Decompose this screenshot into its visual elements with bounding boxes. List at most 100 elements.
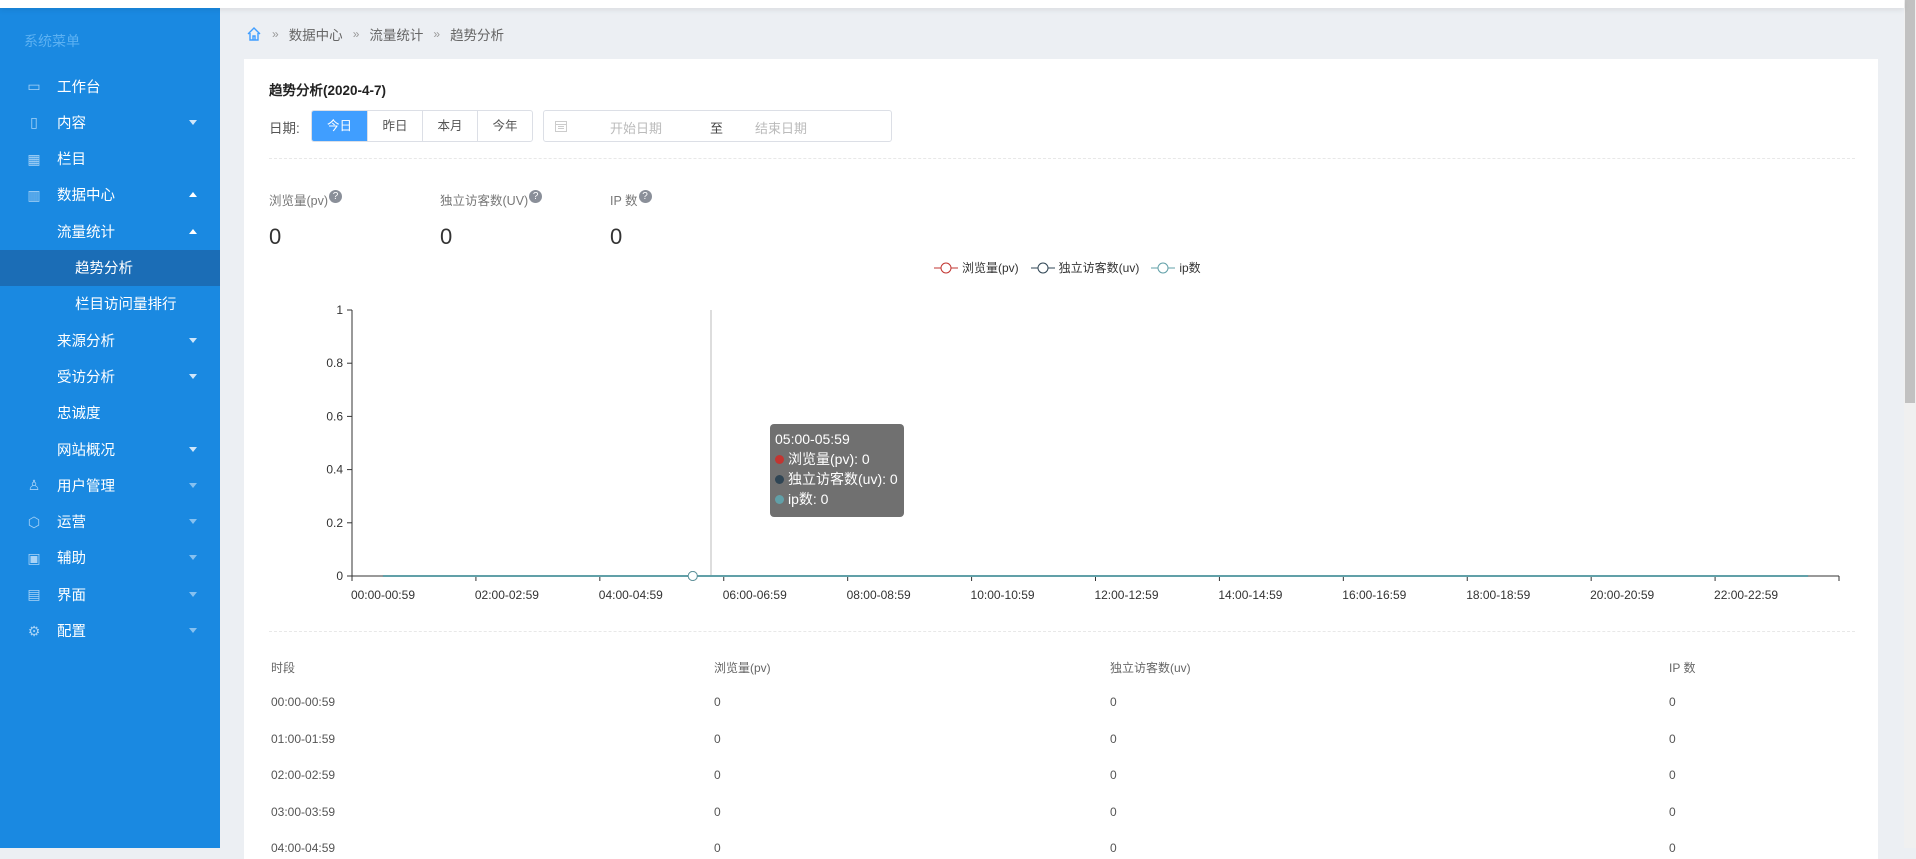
table-cell: 0 bbox=[1669, 695, 1676, 709]
table-cell: 04:00-04:59 bbox=[271, 841, 336, 856]
caret-down-icon bbox=[189, 373, 197, 379]
trend-line-chart: 0 0.2 0.4 0.6 0.8 1 00:00-00:59 02:00-02:59 04:0… bbox=[326, 303, 1840, 602]
breadcrumb-separator-icon: » bbox=[272, 27, 279, 41]
sidebar-item[interactable]: 栏目访问量排行 bbox=[0, 286, 220, 322]
y-tick-label: 0 bbox=[336, 569, 343, 583]
sidebar-item[interactable]: 网站概况 bbox=[0, 431, 220, 467]
sidebar-item[interactable]: ▥ 数据中心 bbox=[0, 177, 220, 213]
ip-dot-icon bbox=[775, 495, 784, 504]
sidebar-item-label: 来源分析 bbox=[57, 333, 115, 350]
sidebar-item-label: 内容 bbox=[57, 115, 86, 132]
monitor-icon: ▭ bbox=[27, 78, 41, 94]
user-icon: ♙ bbox=[27, 477, 41, 494]
sidebar-item[interactable]: ⚙ 配置 bbox=[0, 613, 220, 649]
sidebar-item-label: 趋势分析 bbox=[75, 261, 133, 277]
chart-tooltip: 05:00-05:59 浏览量(pv): 0 独立访客数(uv): 0 ip数:… bbox=[770, 424, 904, 517]
caret-down-icon bbox=[189, 519, 197, 525]
sidebar-item-label: 流量统计 bbox=[57, 224, 115, 241]
sidebar-item-label: 忠诚度 bbox=[57, 406, 101, 423]
table-cell: 0 bbox=[714, 804, 721, 819]
top-bar bbox=[0, 0, 1904, 8]
sidebar-item-label: 数据中心 bbox=[57, 188, 115, 205]
table-cell: 0 bbox=[714, 731, 721, 746]
x-tick-label: 10:00-10:59 bbox=[971, 588, 1035, 602]
table-cell: 00:00-00:59 bbox=[271, 695, 336, 709]
table-cell: 01:00-01:59 bbox=[271, 731, 336, 746]
table-cell: 0 bbox=[714, 695, 721, 709]
sidebar-item-label: 用户管理 bbox=[57, 478, 115, 495]
sidebar-item-label: 受访分析 bbox=[57, 369, 115, 386]
shield-icon: ⬡ bbox=[27, 513, 41, 530]
sidebar-item[interactable]: 受访分析 bbox=[0, 358, 220, 394]
table-cell: 0 bbox=[1110, 768, 1117, 783]
caret-down-icon bbox=[189, 446, 197, 452]
x-tick-label: 12:00-12:59 bbox=[1094, 588, 1158, 602]
trend-card: 趋势分析(2020-4-7) 日期: 今日 昨日 本月 今年 开始日期 至 结束… bbox=[244, 59, 1878, 859]
breadcrumb-item[interactable]: 数据中心 bbox=[289, 24, 343, 44]
table-cell: 0 bbox=[714, 768, 721, 783]
y-tick-label: 0.6 bbox=[326, 409, 343, 423]
tooltip-row-pv: 浏览量(pv): 0 bbox=[775, 449, 899, 469]
sidebar-item[interactable]: ♙ 用户管理 bbox=[0, 467, 220, 503]
x-tick-label: 06:00-06:59 bbox=[723, 588, 787, 602]
breadcrumb-separator-icon: » bbox=[433, 27, 441, 41]
page-scrollbar[interactable] bbox=[1904, 0, 1916, 848]
table-cell: 02:00-02:59 bbox=[271, 768, 336, 783]
home-icon[interactable] bbox=[246, 26, 262, 42]
y-tick-label: 0.2 bbox=[326, 516, 343, 530]
gear-icon: ⚙ bbox=[27, 622, 41, 639]
y-tick-label: 1 bbox=[336, 303, 343, 317]
caret-down-icon bbox=[189, 555, 197, 561]
caret-up-icon bbox=[189, 192, 197, 198]
table-header: 时段 bbox=[271, 661, 296, 675]
sidebar-item[interactable]: 来源分析 bbox=[0, 322, 220, 358]
sidebar-item[interactable]: 流量统计 bbox=[0, 213, 220, 249]
sidebar-item[interactable]: ▦ 栏目 bbox=[0, 141, 220, 177]
sidebar-item[interactable]: ▭ 工作台 bbox=[0, 68, 220, 104]
caret-down-icon bbox=[189, 482, 197, 488]
x-tick-label: 02:00-02:59 bbox=[475, 588, 539, 602]
pv-dot-icon bbox=[775, 455, 784, 464]
sidebar: 系统菜单 ▭ 工作台 ▯ 内容 ▦ 栏目 ▥ 数据中心流量统计趋势分析栏目访问量排行来源分析受… bbox=[0, 8, 220, 848]
table-header: 独立访客数(uv) bbox=[1110, 661, 1191, 675]
sidebar-item[interactable]: ⬡ 运营 bbox=[0, 504, 220, 540]
sidebar-item[interactable]: 忠诚度 bbox=[0, 395, 220, 431]
layout-icon: ▤ bbox=[27, 586, 41, 603]
sidebar-item-label: 运营 bbox=[57, 515, 86, 532]
sidebar-item-label: 界面 bbox=[57, 587, 86, 604]
table-cell: 0 bbox=[1110, 731, 1117, 746]
tooltip-title: 05:00-05:59 bbox=[775, 431, 850, 447]
tooltip-row-ip: ip数: 0 bbox=[775, 489, 899, 509]
x-tick-label: 20:00-20:59 bbox=[1590, 588, 1654, 602]
grid-icon: ▦ bbox=[27, 150, 41, 167]
x-tick-label: 16:00-16:59 bbox=[1342, 588, 1406, 602]
x-tick-label: 00:00-00:59 bbox=[351, 588, 415, 602]
sidebar-item[interactable]: ▯ 内容 bbox=[0, 104, 220, 140]
tooltip-text: 独立访客数(uv): 0 bbox=[788, 471, 898, 487]
breadcrumb-item[interactable]: 流量统计 bbox=[369, 24, 423, 44]
caret-down-icon bbox=[189, 591, 197, 597]
table-cell: 0 bbox=[1669, 804, 1676, 819]
table-cell: 0 bbox=[1669, 841, 1676, 856]
x-tick-label: 22:00-22:59 bbox=[1714, 588, 1778, 602]
breadcrumb-separator-icon: » bbox=[352, 27, 360, 41]
sidebar-item-label: 网站概况 bbox=[57, 442, 115, 459]
caret-up-icon bbox=[189, 228, 197, 234]
scrollbar-thumb[interactable] bbox=[1905, 0, 1915, 403]
table-cell: 03:00-03:59 bbox=[271, 804, 336, 819]
sidebar-item[interactable]: 趋势分析 bbox=[0, 249, 220, 286]
sidebar-item[interactable]: ▣ 辅助 bbox=[0, 540, 220, 576]
sidebar-item-label: 工作台 bbox=[57, 79, 101, 96]
table-cell: 0 bbox=[1110, 841, 1117, 856]
breadcrumb-item-current: 趋势分析 bbox=[450, 28, 505, 43]
x-tick-label: 18:00-18:59 bbox=[1466, 588, 1530, 602]
divider bbox=[269, 631, 1855, 632]
tooltip-row-uv: 独立访客数(uv): 0 bbox=[775, 469, 899, 489]
caret-down-icon bbox=[189, 337, 197, 343]
table-cell: 0 bbox=[1669, 768, 1676, 783]
sidebar-title: 系统菜单 bbox=[24, 33, 80, 49]
caret-down-icon bbox=[189, 119, 197, 125]
tooltip-text: ip数: 0 bbox=[788, 491, 829, 507]
file-icon: ▯ bbox=[30, 114, 38, 131]
sidebar-item[interactable]: ▤ 界面 bbox=[0, 576, 220, 612]
